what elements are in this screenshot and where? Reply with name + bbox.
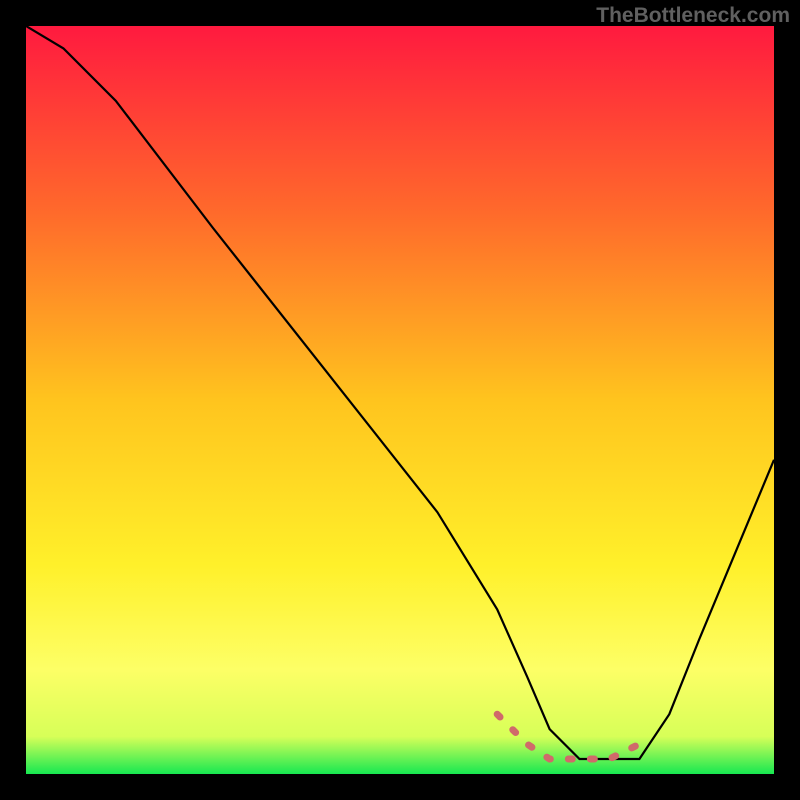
bottleneck-chart: [26, 26, 774, 774]
watermark-text: TheBottleneck.com: [596, 4, 790, 28]
chart-area: [26, 26, 774, 774]
gradient-background: [26, 26, 774, 774]
